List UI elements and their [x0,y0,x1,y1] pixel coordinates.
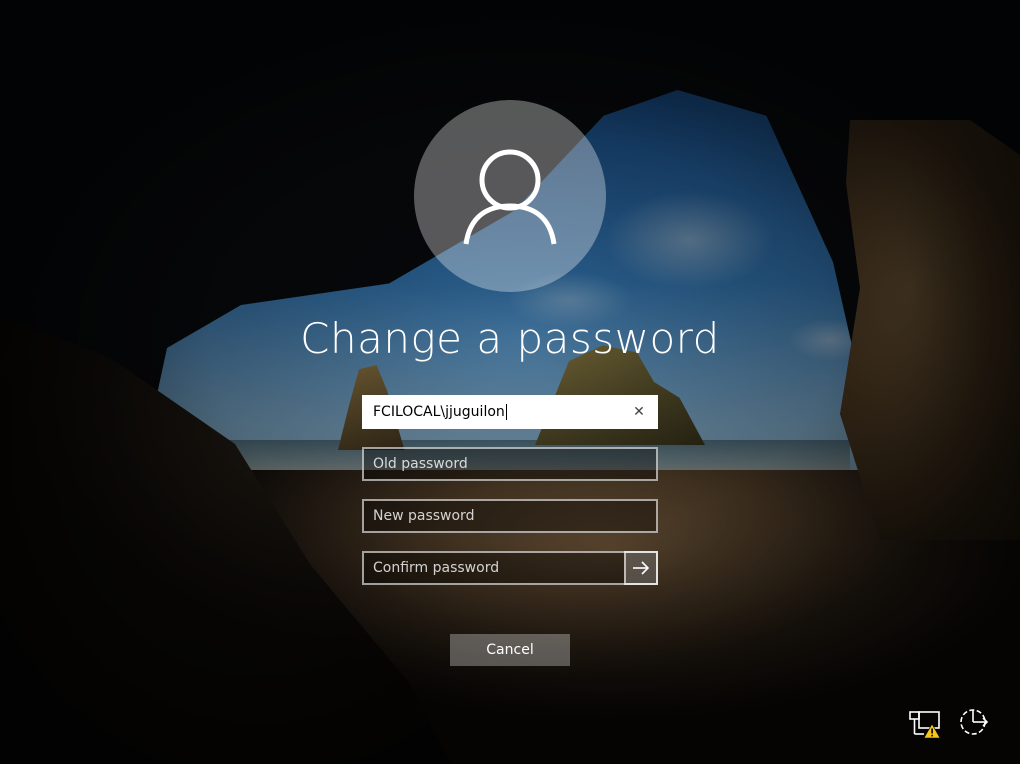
user-avatar [414,100,606,292]
old-password-field[interactable]: Old password [362,447,658,481]
submit-button[interactable] [624,551,658,585]
user-icon [463,149,557,245]
network-warning-icon[interactable] [906,704,942,740]
confirm-password-placeholder: Confirm password [373,560,500,576]
ease-of-access-icon[interactable] [955,704,991,740]
cancel-button[interactable]: Cancel [450,634,570,666]
old-password-placeholder: Old password [373,456,468,472]
arrow-right-icon [633,561,650,575]
new-password-field[interactable]: New password [362,499,658,533]
page-title: Change a password [300,314,720,363]
close-icon[interactable]: ✕ [630,403,648,421]
confirm-password-field[interactable]: Confirm password [362,551,658,585]
new-password-placeholder: New password [373,508,475,524]
username-value: FCILOCAL\jjuguilon [373,404,505,420]
text-caret [505,404,507,420]
username-field[interactable]: FCILOCAL\jjuguilon ✕ [362,395,658,429]
